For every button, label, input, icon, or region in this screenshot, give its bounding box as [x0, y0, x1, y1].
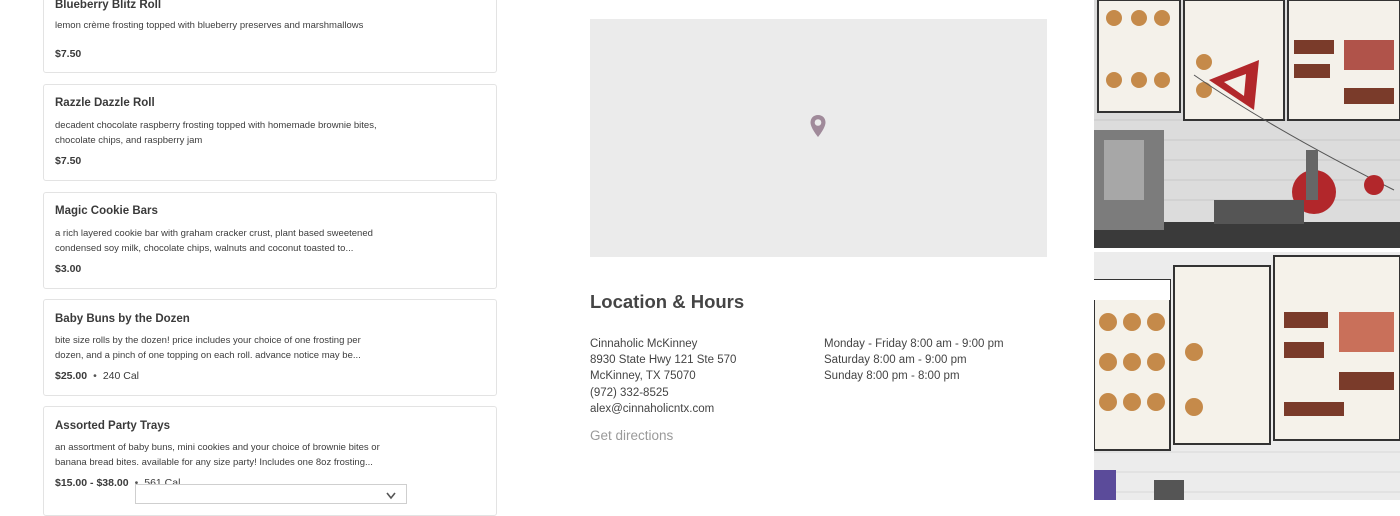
get-directions-link[interactable]: Get directions: [590, 428, 673, 443]
city-state-zip: McKinney, TX 75070: [590, 370, 696, 383]
menu-item-description: lemon crème frosting topped with blueber…: [55, 18, 405, 33]
phone-number[interactable]: (972) 332-8525: [590, 385, 736, 401]
store-photo-menu-boards[interactable]: [1094, 252, 1400, 500]
description-line: banana bread bites. available for any si…: [55, 457, 373, 468]
menu-item-price-row: $3.00: [55, 263, 81, 275]
store-photo-image: [1094, 252, 1400, 500]
menu-item-price: $25.00: [55, 370, 88, 382]
menu-item-name: Razzle Dazzle Roll: [55, 97, 155, 109]
menu-item-card[interactable]: Razzle Dazzle Roll decadent chocolate ra…: [43, 84, 497, 181]
menu-item-name: Blueberry Blitz Roll: [55, 0, 162, 11]
menu-item-price-row: $25.00 • 240 Cal: [55, 370, 139, 382]
description-line: condensed soy milk, chocolate chips, wal…: [55, 243, 354, 254]
map-pin-icon: [810, 115, 826, 137]
description-line: decadent chocolate raspberry frosting to…: [55, 120, 377, 131]
street-address: 8930 State Hwy 121 Ste 570: [590, 354, 737, 367]
store-name: Cinnaholic McKinney: [590, 338, 698, 350]
menu-item-price: $3.00: [55, 263, 82, 275]
separator-dot: •: [93, 370, 97, 382]
menu-item-calories: 240 Cal: [102, 370, 140, 382]
menu-item-price: $15.00 - $38.00: [55, 477, 129, 489]
location-map[interactable]: [590, 19, 1047, 257]
hours-saturday: Saturday 8:00 am - 9:00 pm: [824, 354, 967, 367]
description-line: chocolate chips, and raspberry jam: [55, 135, 203, 146]
menu-item-name: Magic Cookie Bars: [55, 205, 158, 217]
menu-column: Blueberry Blitz Roll lemon crème frostin…: [0, 0, 545, 516]
menu-item-name: Assorted Party Trays: [55, 420, 171, 432]
menu-item-description: an assortment of baby buns, mini cookies…: [55, 440, 405, 470]
hours-sunday: Sunday 8:00 pm - 8:00 pm: [824, 370, 960, 383]
description-line: lemon crème frosting topped with blueber…: [55, 20, 364, 31]
description-line: bite size rolls by the dozen! price incl…: [55, 335, 361, 346]
description-line: a rich layered cookie bar with graham cr…: [55, 228, 373, 239]
quantity-dropdown[interactable]: [135, 484, 407, 504]
menu-item-price: $7.50: [55, 155, 82, 167]
chevron-down-icon: [386, 492, 396, 500]
menu-item-card[interactable]: Baby Buns by the Dozen bite size rolls b…: [43, 299, 497, 396]
hours-weekday: Monday - Friday 8:00 am - 9:00 pm: [824, 338, 1004, 350]
menu-item-description: decadent chocolate raspberry frosting to…: [55, 118, 405, 148]
hours-block: Monday - Friday 8:00 am - 9:00 pm Saturd…: [824, 336, 1004, 385]
menu-item-price-row: $7.50: [55, 155, 81, 167]
store-photo-counter[interactable]: [1094, 0, 1400, 248]
menu-item-price-row: $7.50: [55, 48, 81, 60]
menu-item-name: Baby Buns by the Dozen: [55, 313, 190, 325]
address-block: Cinnaholic McKinney 8930 State Hwy 121 S…: [590, 336, 736, 417]
menu-item-card[interactable]: Magic Cookie Bars a rich layered cookie …: [43, 192, 497, 289]
description-line: an assortment of baby buns, mini cookies…: [55, 442, 380, 453]
menu-item-description: a rich layered cookie bar with graham cr…: [55, 226, 405, 256]
menu-item-description: bite size rolls by the dozen! price incl…: [55, 333, 405, 363]
store-photo-image: [1094, 0, 1400, 248]
email-address[interactable]: alex@cinnaholicntx.com: [590, 401, 736, 417]
location-hours-title: Location & Hours: [590, 291, 745, 312]
menu-item-card[interactable]: Blueberry Blitz Roll lemon crème frostin…: [43, 0, 497, 73]
description-line: dozen, and a pinch of one topping on eac…: [55, 350, 361, 361]
menu-item-price: $7.50: [55, 48, 82, 60]
